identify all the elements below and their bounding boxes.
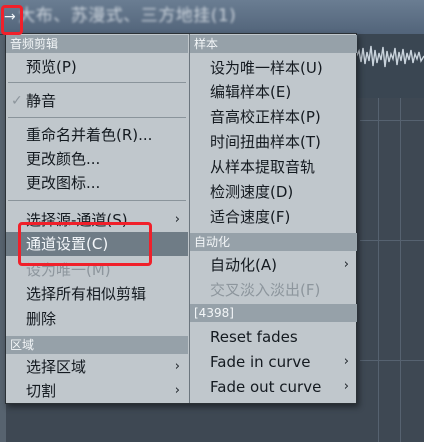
- menu-item-change-icon[interactable]: 更改图标...: [6, 171, 188, 195]
- waveform-icon: [356, 45, 424, 68]
- menu-item-reset-fades[interactable]: Reset fades: [190, 325, 357, 349]
- menu-separator: [8, 200, 186, 201]
- grid-line: [400, 96, 401, 442]
- menu-column-left: 音频剪辑 预览(P) ✓ 静音 重命名并着色(R)... 更改颜色... 更改图…: [6, 34, 188, 403]
- menu-item-pitch-correct-sample[interactable]: 音高校正样本(P): [190, 105, 357, 129]
- menu-item-detect-tempo[interactable]: 检测速度(D): [190, 180, 357, 204]
- chevron-right-icon: ›: [343, 354, 349, 369]
- menu-item-slice[interactable]: 切割 ›: [6, 379, 188, 403]
- menu-item-make-unique-sample[interactable]: 设为唯一样本(U): [190, 56, 357, 80]
- clip-context-menu: 音频剪辑 预览(P) ✓ 静音 重命名并着色(R)... 更改颜色... 更改图…: [5, 33, 357, 404]
- menu-item-fade-out-curve[interactable]: Fade out curve ›: [190, 375, 357, 399]
- menu-item-change-color[interactable]: 更改颜色...: [6, 147, 188, 171]
- highlight-box-clip-arrow: [1, 5, 23, 35]
- clip-title: → 大布、苏漫式、三方地挂(1): [4, 3, 334, 29]
- menu-item-fade-out-curve-label: Fade out curve: [210, 378, 322, 396]
- menu-item-rename-color[interactable]: 重命名并着色(R)...: [6, 123, 188, 147]
- grid-line: [360, 240, 424, 241]
- highlight-box-channel-settings: [18, 222, 152, 266]
- menu-item-fade-in-curve[interactable]: Fade in curve ›: [190, 350, 357, 374]
- menu-item-automation-label: 自动化(A): [210, 256, 277, 274]
- menu-item-mute-label: 静音: [26, 92, 57, 110]
- grid-line: [378, 96, 379, 442]
- chevron-right-icon: ›: [174, 359, 180, 374]
- menu-separator: [8, 82, 186, 83]
- grid-line: [360, 360, 424, 361]
- chevron-right-icon: ›: [343, 257, 349, 272]
- grid-line: [360, 120, 424, 121]
- clip-name: 大布、苏漫式、三方地挂(1): [18, 6, 237, 26]
- menu-item-fit-tempo[interactable]: 适合速度(F): [190, 205, 357, 229]
- chevron-right-icon: ›: [174, 212, 180, 227]
- menu-item-crossfade-label: 交叉淡入淡出(F): [210, 281, 321, 299]
- menu-item-select-all-similar[interactable]: 选择所有相似剪辑: [6, 282, 188, 306]
- menu-item-automation[interactable]: 自动化(A) ›: [190, 253, 357, 277]
- section-header-region: 区域: [6, 336, 188, 354]
- menu-item-select-region[interactable]: 选择区域 ›: [6, 355, 188, 379]
- menu-item-fade-in-curve-label: Fade in curve: [210, 353, 311, 371]
- menu-column-right: 样本 设为唯一样本(U) 编辑样本(E) 音高校正样本(P) 时间扭曲样本(T)…: [189, 34, 357, 403]
- menu-item-crossfade[interactable]: 交叉淡入淡出(F): [190, 278, 357, 302]
- section-header-audio-clip: 音频剪辑: [6, 35, 188, 53]
- menu-separator: [8, 117, 186, 118]
- menu-item-select-region-label: 选择区域: [26, 358, 87, 376]
- menu-item-mute[interactable]: ✓ 静音: [6, 89, 188, 113]
- audio-clip-header[interactable]: → 大布、苏漫式、三方地挂(1): [0, 0, 424, 35]
- menu-item-time-warp-sample[interactable]: 时间扭曲样本(T): [190, 130, 357, 154]
- menu-item-extract-tracks[interactable]: 从样本提取音轨: [190, 155, 357, 179]
- menu-item-edit-sample[interactable]: 编辑样本(E): [190, 80, 357, 104]
- chevron-right-icon: ›: [174, 383, 180, 398]
- check-icon: ✓: [11, 93, 23, 109]
- chevron-right-icon: ›: [343, 379, 349, 394]
- section-header-4398: [4398]: [190, 304, 357, 322]
- menu-item-delete[interactable]: 删除: [6, 307, 188, 331]
- section-header-sample: 样本: [190, 35, 357, 53]
- menu-item-slice-label: 切割: [26, 382, 57, 400]
- menu-item-preview[interactable]: 预览(P): [6, 55, 188, 79]
- section-header-automation: 自动化: [190, 233, 357, 251]
